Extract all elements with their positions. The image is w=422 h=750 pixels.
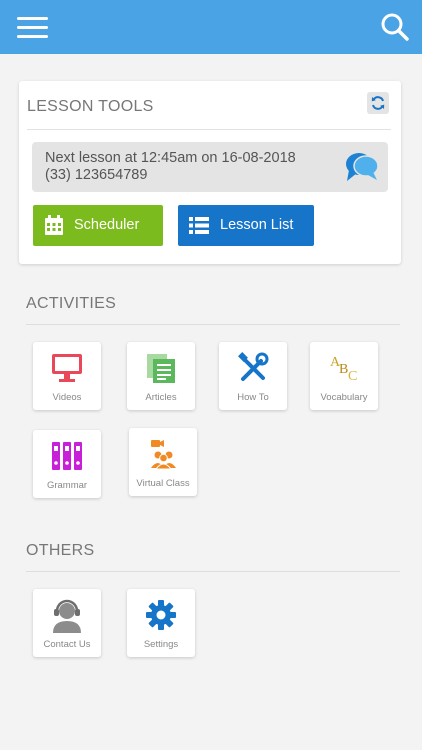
divider xyxy=(26,571,400,572)
divider xyxy=(27,129,391,130)
support-agent-icon xyxy=(53,599,81,633)
grammar-tile[interactable]: Grammar xyxy=(33,430,101,498)
gear-icon xyxy=(146,600,176,630)
contact-us-label: Contact Us xyxy=(43,639,91,650)
chat-bubble-icon[interactable] xyxy=(345,151,379,183)
articles-tile[interactable]: Articles xyxy=(127,342,195,410)
how-to-tile[interactable]: How To xyxy=(219,342,287,410)
vocabulary-tile[interactable]: A B C Vocabulary xyxy=(310,342,378,410)
videos-label: Videos xyxy=(52,392,82,403)
documents-icon xyxy=(147,354,175,383)
top-bar xyxy=(0,0,422,54)
monitor-icon xyxy=(52,354,82,382)
search-icon[interactable] xyxy=(380,12,410,42)
virtual-class-tile[interactable]: Virtual Class xyxy=(129,428,197,496)
lesson-tools-title: LESSON TOOLS xyxy=(27,98,154,115)
calendar-icon xyxy=(45,215,63,235)
how-to-label: How To xyxy=(237,392,269,403)
next-lesson-time: Next lesson at 12:45am on 16-08-2018 xyxy=(45,150,296,166)
virtual-class-label: Virtual Class xyxy=(136,478,190,489)
binders-icon xyxy=(52,442,82,470)
refresh-icon[interactable] xyxy=(367,92,389,114)
divider xyxy=(26,324,400,325)
next-lesson-box[interactable]: Next lesson at 12:45am on 16-08-2018 (33… xyxy=(32,142,388,192)
lesson-list-label: Lesson List xyxy=(220,217,294,233)
list-icon xyxy=(189,217,209,234)
svg-text:B: B xyxy=(339,362,348,377)
articles-label: Articles xyxy=(145,392,177,403)
activities-title: ACTIVITIES xyxy=(26,295,117,312)
svg-text:C: C xyxy=(348,369,357,384)
videos-tile[interactable]: Videos xyxy=(33,342,101,410)
hamburger-menu-icon[interactable] xyxy=(17,17,48,39)
lesson-tools-card: LESSON TOOLS Next lesson at 12:45am on 1… xyxy=(19,81,401,264)
abc-icon: A B C xyxy=(330,355,357,384)
others-title: OTHERS xyxy=(26,542,95,559)
scheduler-button[interactable]: Scheduler xyxy=(33,205,163,246)
vocabulary-label: Vocabulary xyxy=(320,392,368,403)
scheduler-label: Scheduler xyxy=(74,217,140,233)
group-video-icon xyxy=(151,440,176,470)
next-lesson-phone: (33) 123654789 xyxy=(45,167,148,183)
settings-label: Settings xyxy=(143,639,179,650)
settings-tile[interactable]: Settings xyxy=(127,589,195,657)
contact-us-tile[interactable]: Contact Us xyxy=(33,589,101,657)
lesson-list-button[interactable]: Lesson List xyxy=(178,205,314,246)
tools-icon xyxy=(238,352,269,381)
grammar-label: Grammar xyxy=(46,480,88,491)
